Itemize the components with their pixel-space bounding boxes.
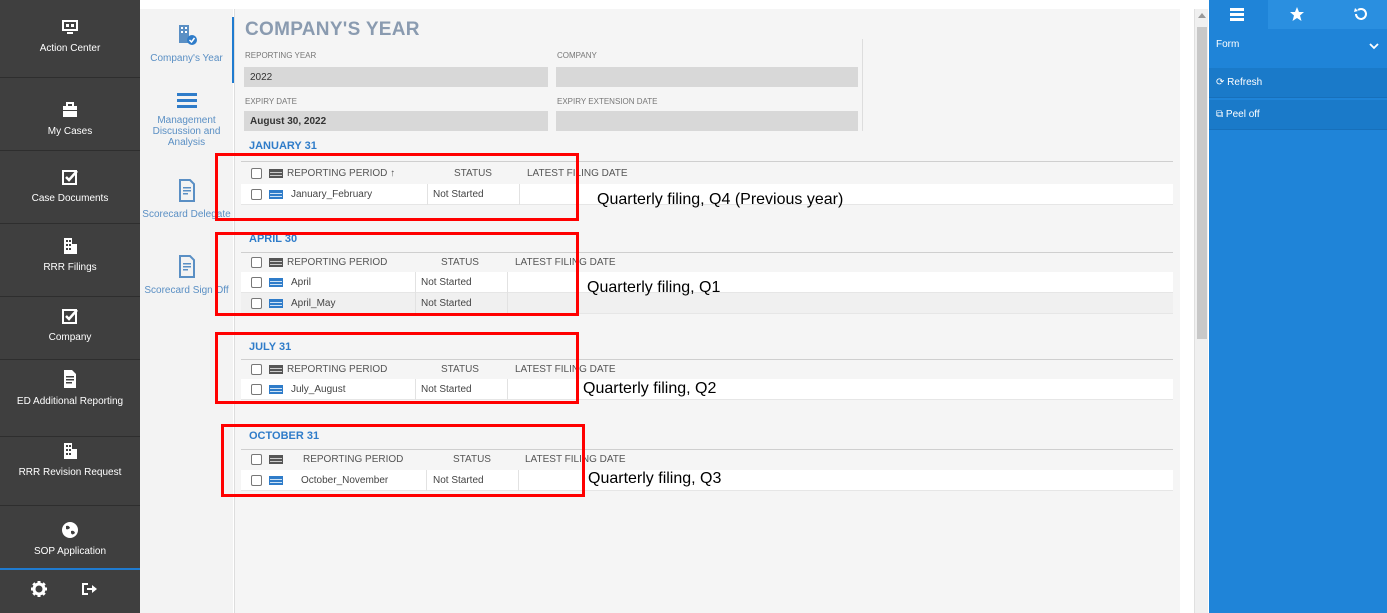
expiry-date-label: EXPIRY DATE	[245, 97, 298, 106]
logout-icon[interactable]	[80, 580, 98, 603]
nav-item-case-documents[interactable]: Case Documents	[0, 152, 140, 224]
annotation-box-q3	[221, 424, 585, 497]
building-icon	[0, 237, 140, 258]
nav-label: Action Center	[39, 43, 101, 54]
tab-history[interactable]	[1327, 0, 1386, 29]
layers-icon	[1230, 8, 1244, 21]
annotation-box-q2	[215, 332, 579, 404]
nav-bottom-bar	[0, 568, 140, 613]
nav-label: RRR Filings	[43, 262, 97, 273]
reporting-year-label: REPORTING YEAR	[245, 51, 317, 60]
gear-icon[interactable]	[30, 580, 48, 603]
briefcase-icon	[0, 101, 140, 122]
menu-icon	[142, 91, 231, 112]
right-panel: Form ⟳ Refresh ⧉ Peel off	[1209, 0, 1387, 613]
nav-label: Case Documents	[31, 193, 109, 204]
nav-label: ED Additional Reporting	[16, 396, 124, 407]
building-check-icon	[140, 23, 233, 50]
checkbox-icon	[0, 168, 140, 189]
subnav-label: Management Discussion and Analysis	[152, 115, 221, 148]
nav-label: Company	[48, 332, 92, 343]
star-icon	[1290, 7, 1304, 21]
history-icon	[1354, 8, 1367, 20]
reporting-year-field[interactable]: 2022	[244, 67, 548, 87]
peel-off-icon: ⧉	[1216, 109, 1224, 120]
annotation-q3: Quarterly filing, Q3	[588, 470, 722, 487]
nav-label: RRR Revision Request	[18, 467, 122, 478]
vertical-scrollbar[interactable]	[1194, 9, 1208, 613]
subnav-item-companys-year[interactable]: Company's Year	[140, 23, 233, 64]
app-window: Action Center My Cases Case Documents RR…	[0, 0, 1387, 613]
globe-icon	[0, 521, 140, 542]
field-divider	[862, 39, 863, 131]
left-nav: Action Center My Cases Case Documents RR…	[0, 0, 140, 613]
nav-item-ed-additional-reporting[interactable]: ED Additional Reporting	[0, 361, 140, 437]
refresh-button[interactable]: ⟳ Refresh	[1209, 68, 1387, 98]
scroll-thumb[interactable]	[1197, 27, 1207, 339]
tab-layers[interactable]	[1209, 0, 1268, 29]
company-field[interactable]	[556, 67, 858, 87]
nav-label: SOP Application	[33, 546, 107, 557]
form-selector[interactable]: Form	[1209, 29, 1387, 64]
checkbox-icon	[0, 307, 140, 328]
annotation-box-q1	[215, 232, 579, 316]
annotation-q2: Quarterly filing, Q2	[583, 380, 717, 397]
expiry-extension-label: EXPIRY EXTENSION DATE	[557, 97, 658, 106]
nav-label: My Cases	[47, 126, 93, 137]
document-icon	[0, 369, 140, 392]
tab-favorites[interactable]	[1268, 0, 1327, 29]
expiry-date-field[interactable]: August 30, 2022	[244, 111, 548, 131]
peel-off-label: Peel off	[1225, 109, 1260, 120]
subnav-label: Company's Year	[150, 53, 223, 64]
nav-item-rrr-filings[interactable]: RRR Filings	[0, 225, 140, 297]
annotation-q4: Quarterly filing, Q4 (Previous year)	[597, 191, 844, 208]
annotation-q1: Quarterly filing, Q1	[587, 279, 721, 296]
section-heading: JANUARY 31	[249, 140, 317, 152]
nav-item-sop-application[interactable]: SOP Application	[0, 507, 140, 567]
company-label: COMPANY	[557, 51, 597, 60]
building-icon	[0, 442, 140, 463]
scroll-up-icon[interactable]	[1198, 13, 1206, 18]
subnav-item-management-discussion[interactable]: Management Discussion and Analysis	[140, 91, 233, 148]
peel-off-button[interactable]: ⧉ Peel off	[1209, 100, 1387, 130]
expiry-extension-field[interactable]	[556, 111, 858, 131]
monitor-icon	[0, 18, 140, 39]
nav-item-action-center[interactable]: Action Center	[0, 18, 140, 78]
chevron-down-icon	[1369, 43, 1379, 50]
annotation-box-q4	[215, 153, 579, 221]
page-title: COMPANY'S YEAR	[245, 19, 420, 40]
right-panel-tabs	[1209, 0, 1387, 29]
nav-item-company[interactable]: Company	[0, 298, 140, 360]
nav-item-rrr-revision-request[interactable]: RRR Revision Request	[0, 438, 140, 506]
refresh-label: Refresh	[1227, 77, 1263, 88]
nav-item-my-cases[interactable]: My Cases	[0, 79, 140, 151]
form-label: Form	[1216, 39, 1240, 50]
refresh-icon: ⟳	[1216, 77, 1225, 88]
